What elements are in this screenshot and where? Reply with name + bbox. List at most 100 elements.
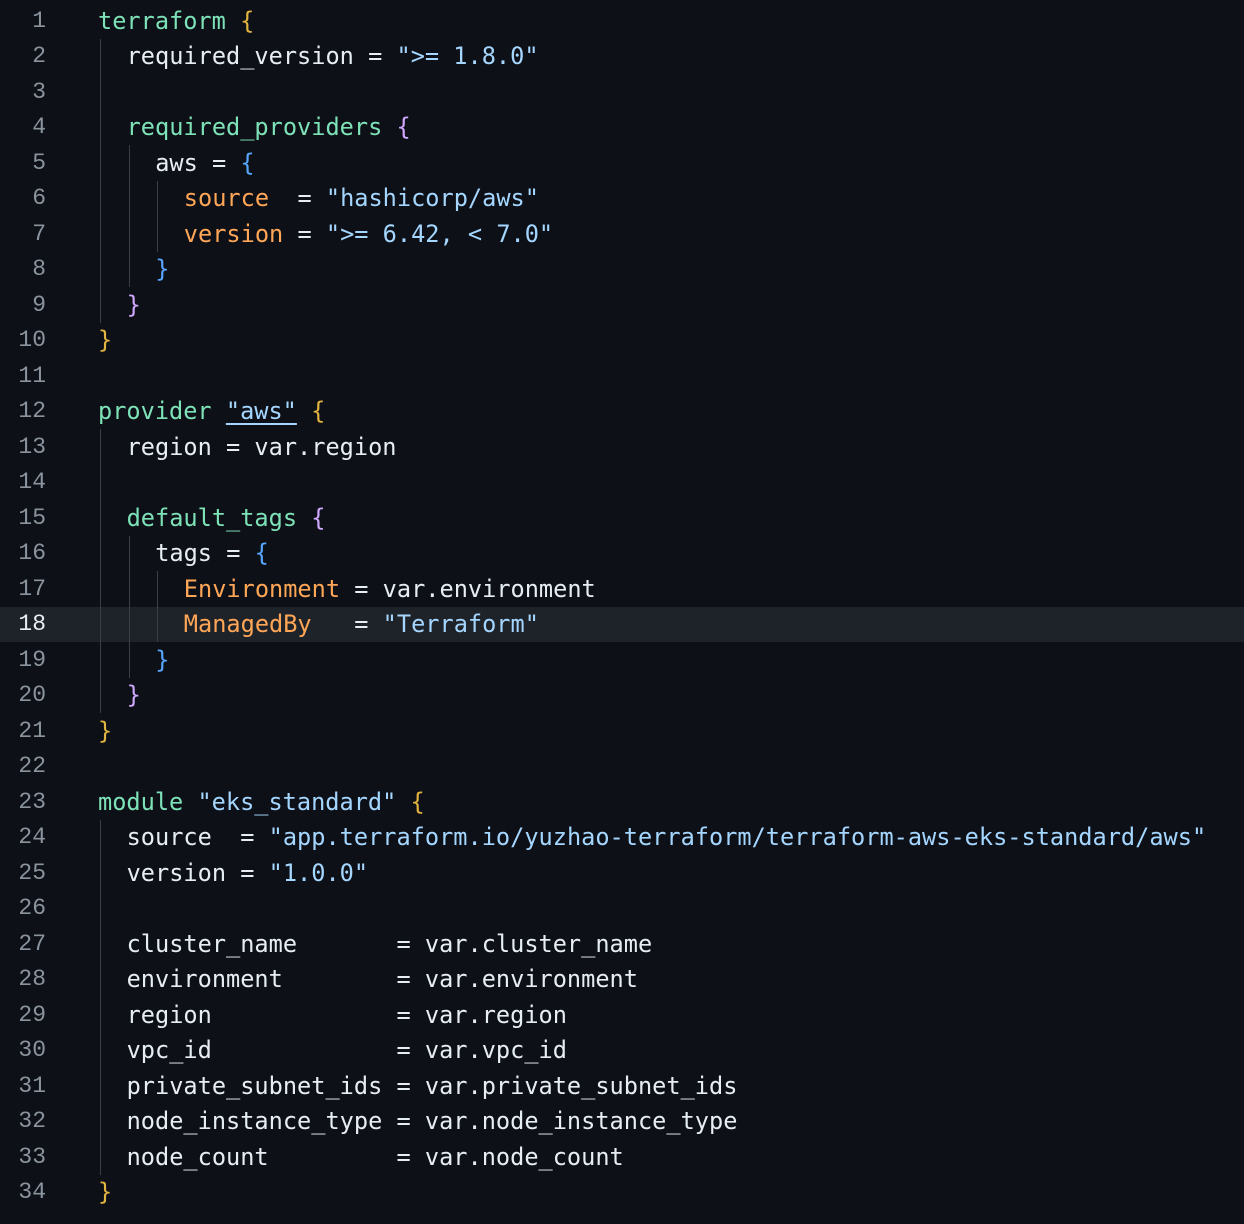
code-line[interactable]: 23 module "eks_standard" { (0, 784, 1244, 820)
code-line[interactable]: 22 (0, 749, 1244, 785)
code-line[interactable]: 8} (0, 252, 1244, 288)
code-editor[interactable]: 1 terraform {2 required_version = ">= 1.8.… (0, 0, 1244, 1224)
code-token: vpc_id = var.vpc_id (126, 1036, 567, 1065)
code-line[interactable]: 33 node_count = var.node_count (0, 1139, 1244, 1175)
line-number: 27 (18, 930, 46, 957)
code-line[interactable]: 20} (0, 678, 1244, 714)
line-number: 28 (18, 966, 46, 993)
code-token: = (269, 184, 326, 213)
code-line[interactable]: 15 default_tags { (0, 500, 1244, 536)
line-number: 11 (18, 362, 46, 389)
code-line[interactable]: 3 (0, 74, 1244, 110)
code-token: version (183, 219, 284, 248)
line-number: 31 (18, 1072, 46, 1099)
code-text: } (98, 1178, 112, 1206)
code-text: environment = var.environment (127, 965, 638, 993)
code-token: tags = (155, 539, 255, 568)
code-text: tags = { (155, 539, 269, 567)
line-number: 21 (18, 717, 46, 744)
code-line[interactable]: 32 node_instance_type = var.node_instance… (0, 1104, 1244, 1140)
code-line[interactable]: 30 vpc_id = var.vpc_id (0, 1033, 1244, 1069)
line-number: 24 (18, 824, 46, 851)
code-line[interactable]: 2 required_version = ">= 1.8.0" (0, 39, 1244, 75)
code-line[interactable]: 10} (0, 323, 1244, 359)
code-token: = var.environment (340, 574, 596, 603)
code-line[interactable]: 11 (0, 358, 1244, 394)
line-number: 17 (18, 575, 46, 602)
line-number: 25 (18, 859, 46, 886)
code-line[interactable]: 4 required_providers { (0, 110, 1244, 146)
code-token: { (410, 787, 425, 816)
code-line[interactable]: 29 region = var.region (0, 997, 1244, 1033)
code-token: = (283, 219, 326, 248)
code-line[interactable]: 18 ManagedBy = "Terraform" (0, 606, 1244, 642)
code-line[interactable]: 1 terraform { (0, 3, 1244, 39)
code-text: } (127, 291, 141, 319)
code-token: terraform (98, 6, 226, 35)
code-token: { (396, 113, 411, 142)
code-line[interactable]: 34} (0, 1175, 1244, 1211)
code-line[interactable]: 7 version = ">= 6.42, < 7.0" (0, 216, 1244, 252)
code-token: source (183, 184, 270, 213)
line-number: 34 (18, 1179, 46, 1206)
line-number: 33 (18, 1143, 46, 1170)
code-line[interactable]: 31 private_subnet_ids = var.private_subne… (0, 1068, 1244, 1104)
code-text: vpc_id = var.vpc_id (127, 1036, 567, 1064)
code-token: required_providers (126, 113, 383, 142)
code-line[interactable]: 24 source = "app.terraform.io/yuzhao-terr… (0, 820, 1244, 856)
code-line[interactable]: 28 environment = var.environment (0, 962, 1244, 998)
code-text: private_subnet_ids = var.private_subnet_… (127, 1072, 738, 1100)
code-token: } (155, 255, 170, 284)
line-number: 14 (18, 469, 46, 496)
code-token: Environment (183, 574, 341, 603)
code-line[interactable]: 12 provider "aws" { (0, 394, 1244, 430)
line-number: 10 (18, 327, 46, 354)
code-text: required_providers { (127, 113, 411, 141)
code-line[interactable]: 16 tags = { (0, 536, 1244, 572)
code-token: "1.0.0" (268, 858, 369, 887)
line-number: 3 (32, 78, 46, 105)
line-number: 12 (18, 398, 46, 425)
code-text: aws = { (155, 149, 254, 177)
code-line[interactable]: 14 (0, 465, 1244, 501)
code-token: } (126, 290, 141, 319)
line-number: 23 (18, 788, 46, 815)
code-line[interactable]: 17 Environment = var.environment (0, 571, 1244, 607)
code-line[interactable]: 27 cluster_name = var.cluster_name (0, 926, 1244, 962)
code-text: cluster_name = var.cluster_name (127, 930, 653, 958)
line-number: 29 (18, 1001, 46, 1028)
indent-guide (128, 535, 130, 678)
code-token: module (98, 787, 184, 816)
code-text: region = var.region (127, 1001, 567, 1029)
code-token: "aws" (225, 397, 297, 426)
code-line[interactable]: 19} (0, 642, 1244, 678)
code-token: cluster_name = var.cluster_name (126, 929, 653, 958)
code-text: version = ">= 6.42, < 7.0" (184, 220, 553, 248)
indent-guide (100, 819, 101, 1175)
line-number: 26 (18, 895, 46, 922)
line-number: 7 (32, 220, 46, 247)
code-text: ManagedBy = "Terraform" (184, 610, 539, 638)
code-token: } (126, 681, 141, 710)
line-number: 9 (32, 291, 46, 318)
code-line[interactable]: 26 (0, 891, 1244, 927)
code-line[interactable]: 21} (0, 713, 1244, 749)
code-line[interactable]: 25 version = "1.0.0" (0, 855, 1244, 891)
code-text: node_instance_type = var.node_instance_t… (127, 1107, 738, 1135)
code-token: } (98, 326, 113, 355)
code-text: terraform { (98, 7, 254, 35)
code-token: region = var.region (126, 432, 397, 461)
code-text: source = "app.terraform.io/yuzhao-terraf… (127, 823, 1207, 851)
code-token: { (240, 6, 255, 35)
line-number: 5 (32, 149, 46, 176)
code-token: ">= 6.42, < 7.0" (325, 219, 554, 248)
code-line[interactable]: 13 region = var.region (0, 429, 1244, 465)
code-line[interactable]: 9} (0, 287, 1244, 323)
code-line[interactable]: 6 source = "hashicorp/aws" (0, 181, 1244, 217)
code-line[interactable]: 5 aws = { (0, 145, 1244, 181)
line-number: 18 (18, 611, 46, 638)
